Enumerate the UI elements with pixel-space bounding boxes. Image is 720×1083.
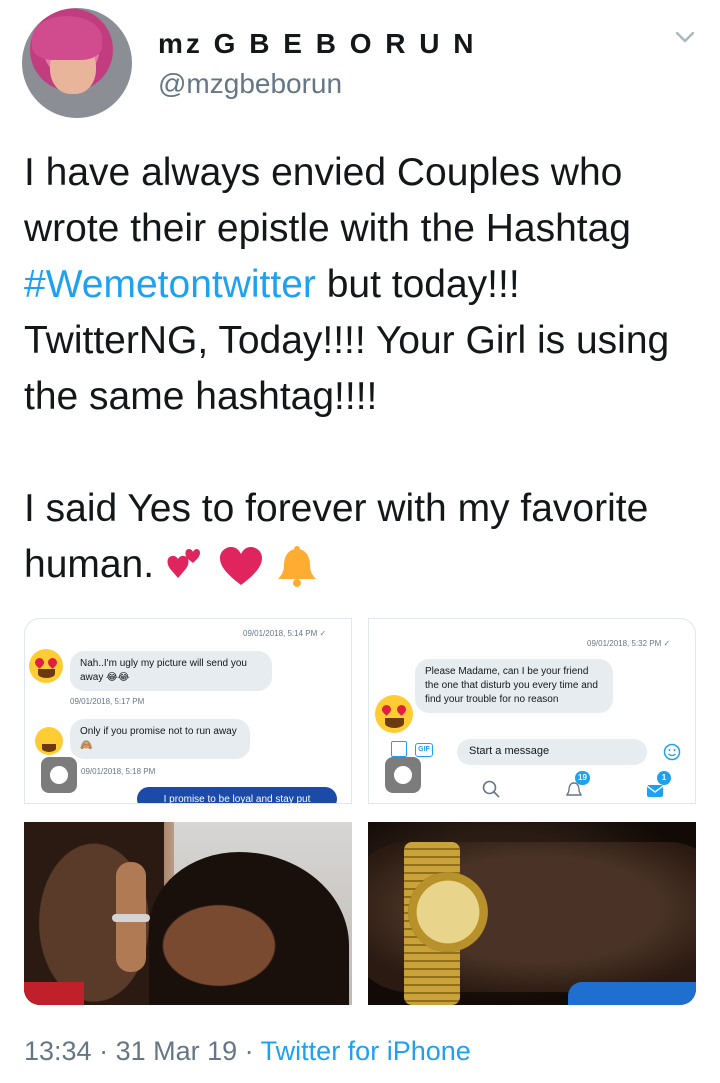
tweet-paragraph-2-text: I said Yes to forever with my favorite h… [24,487,649,586]
display-name[interactable]: mz G B E B O R U N [158,28,476,60]
tweet-date: 31 Mar 19 [115,1036,238,1066]
search-icon[interactable] [481,779,501,799]
user-handle[interactable]: @mzgbeborun [158,68,342,100]
messages-badge: 1 [657,771,671,785]
chevron-down-icon[interactable] [672,24,698,50]
tweet-header: mz G B E B O R U N @mzgbeborun [0,0,720,130]
two-hearts-icon [167,548,201,578]
chat-bubble-received: Please Madame, can I be your friend the … [415,659,613,713]
message-input[interactable]: Start a message [457,739,647,765]
tweet-paragraph-1: I have always envied Couples who wrote t… [24,145,704,425]
chat-bubble-sent: I promise to be loyal and stay put [137,787,337,803]
chat-timestamp: 09/01/2018, 5:18 PM [81,767,156,776]
tweet-source-link[interactable]: Twitter for iPhone [261,1036,471,1066]
avatar[interactable] [22,8,132,118]
winking-emoji-icon [35,727,63,755]
tweet-text-before-hashtag: I have always envied Couples who wrote t… [24,151,631,250]
heart-eyes-emoji-icon [29,649,63,683]
chat-timestamp: 09/01/2018, 5:17 PM [70,697,145,706]
media-chat-screenshot-1[interactable]: 09/01/2018, 5:14 PM ✓ Nah..I'm ugly my p… [24,618,352,804]
chat-bubble-received: Only if you promise not to run away 🙈 [70,719,250,759]
gif-icon[interactable]: GIF [415,743,433,757]
watch-face [408,872,488,952]
footer-separator: · [237,1036,261,1066]
camera-icon[interactable] [41,757,77,793]
hashtag-link[interactable]: #Wemetontwitter [24,263,316,306]
heart-eyes-emoji-icon [375,695,413,733]
notifications-badge: 19 [575,771,590,785]
media-photo-couple[interactable] [24,822,352,1005]
bell-icon [278,545,317,587]
chat-bubble-received: Nah..I'm ugly my picture will send you a… [70,651,272,691]
media-grid[interactable]: 09/01/2018, 5:14 PM ✓ Nah..I'm ugly my p… [24,618,696,1005]
chat-timestamp: 09/01/2018, 5:14 PM ✓ [243,629,327,638]
tweet-paragraph-2: I said Yes to forever with my favorite h… [24,481,704,593]
chat-timestamp: 09/01/2018, 5:32 PM ✓ [587,639,671,648]
media-chat-screenshot-2[interactable]: 09/01/2018, 5:32 PM ✓ Please Madame, can… [368,618,696,804]
tweet-footer: 13:34 · 31 Mar 19 · Twitter for iPhone [24,1036,471,1067]
emoji-picker-icon[interactable] [663,743,681,761]
tweet-body: I have always envied Couples who wrote t… [24,145,704,593]
footer-separator: · [91,1036,116,1066]
engagement-ring [112,914,150,922]
camera-icon[interactable] [385,757,421,793]
media-photo-watch[interactable] [368,822,696,1005]
tweet-time: 13:34 [24,1036,92,1066]
image-icon[interactable] [391,741,407,757]
red-heart-icon [220,546,263,585]
emoji-row [164,545,320,589]
